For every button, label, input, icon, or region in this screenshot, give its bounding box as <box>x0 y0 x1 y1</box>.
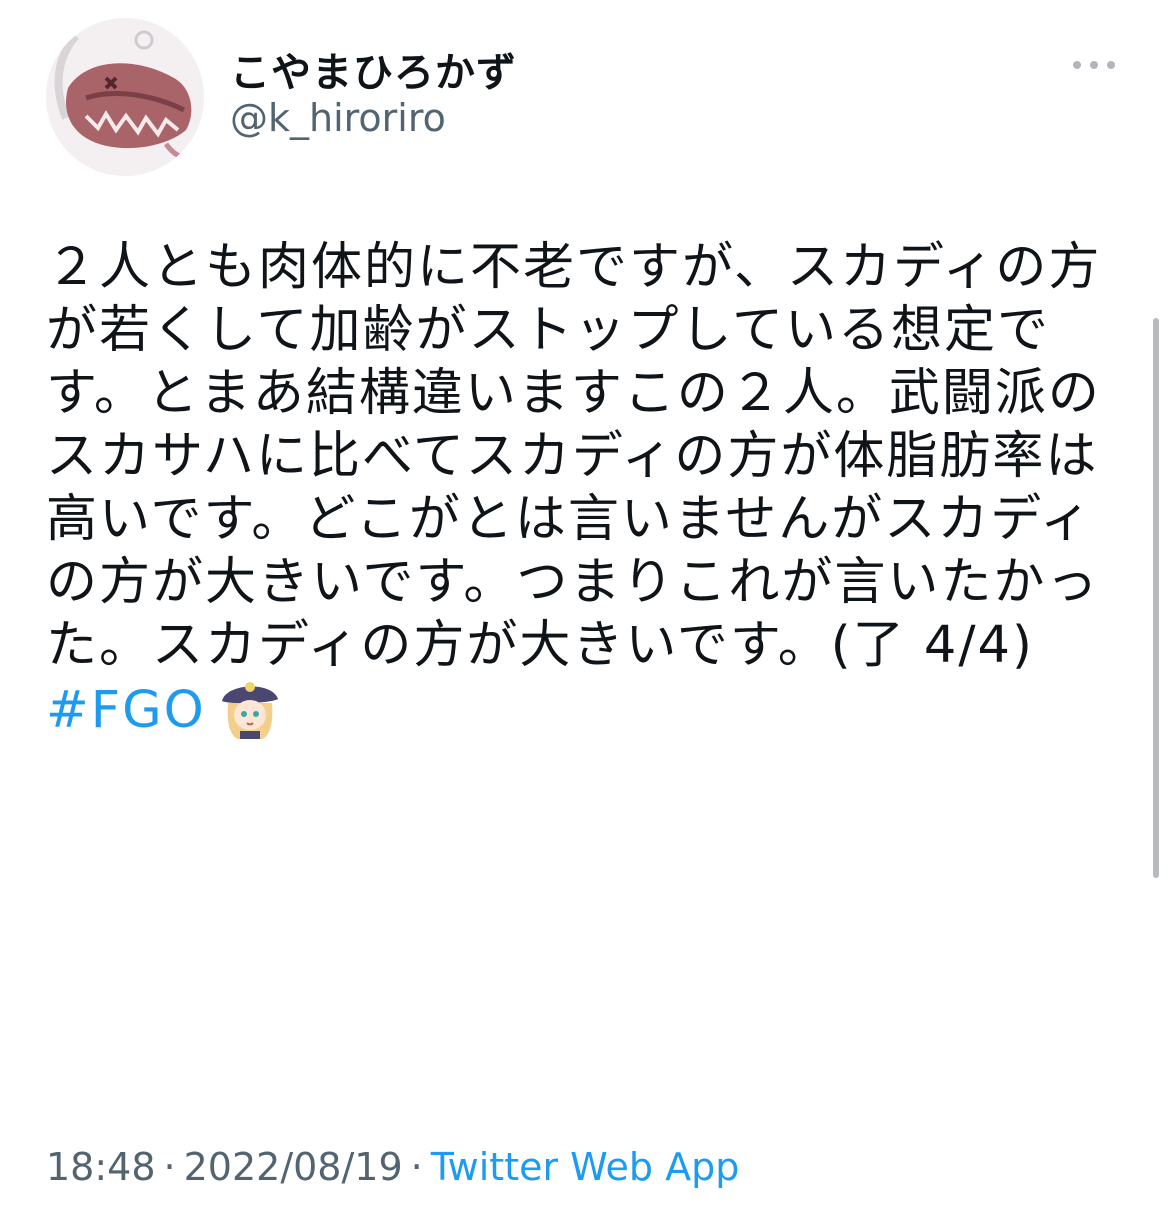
handle[interactable]: @k_hiroriro <box>230 96 446 140</box>
tweet-meta: 18:48 · 2022/08/19 · Twitter Web App <box>46 1145 739 1189</box>
more-horizontal-icon <box>1073 61 1115 69</box>
character-emoji-icon <box>216 677 284 756</box>
meta-separator: · <box>410 1145 423 1189</box>
tweet-date[interactable]: 2022/08/19 <box>184 1145 403 1189</box>
display-name[interactable]: こやまひろかず <box>230 40 517 98</box>
scrollbar[interactable] <box>1153 318 1159 878</box>
avatar-image <box>46 18 204 176</box>
tweet-text: ２人とも肉体的に不老ですが、スカディの方が若くして加齢がストップしている想定です… <box>46 236 1106 756</box>
avatar[interactable] <box>46 18 204 176</box>
tweet-time[interactable]: 18:48 <box>46 1145 156 1189</box>
hashtag-link[interactable]: #FGO <box>46 681 206 740</box>
meta-separator: · <box>163 1145 176 1189</box>
tweet-source[interactable]: Twitter Web App <box>431 1145 740 1189</box>
tweet-body: ２人とも肉体的に不老ですが、スカディの方が若くして加齢がストップしている想定です… <box>46 238 1102 675</box>
more-button[interactable] <box>1064 50 1124 80</box>
